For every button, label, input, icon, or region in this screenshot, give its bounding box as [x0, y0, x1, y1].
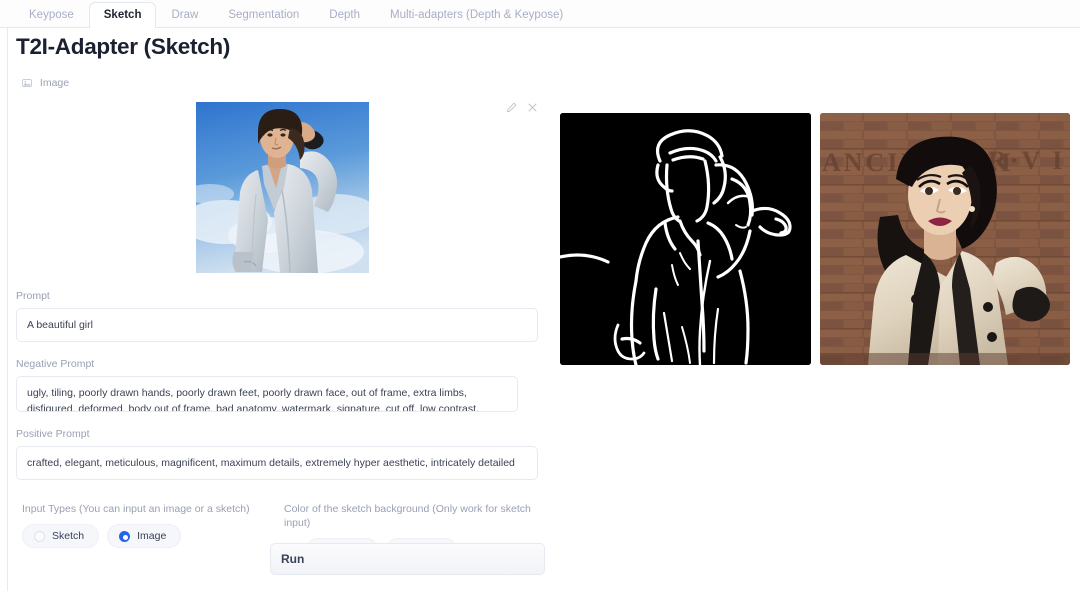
tab-sketch[interactable]: Sketch [88, 1, 157, 29]
generated-image-output[interactable]: ANCIN AY–II R·V I V [820, 113, 1070, 365]
tab-keypose[interactable]: Keypose [14, 2, 89, 30]
tab-draw[interactable]: Draw [156, 2, 213, 30]
positive-prompt-label: Positive Prompt [16, 428, 90, 440]
radio-dot-icon [34, 530, 45, 542]
input-types-label: Input Types (You can input an image or a… [22, 503, 250, 515]
radio-dot-icon [119, 530, 131, 542]
prompt-input[interactable]: A beautiful girl [16, 308, 538, 342]
image-icon [22, 78, 32, 91]
svg-text:R·V I V: R·V I V [988, 146, 1070, 175]
image-component-label-text: Image [39, 77, 70, 89]
close-icon[interactable] [527, 100, 538, 112]
image-component-label: Image [16, 77, 546, 91]
radio-label: Sketch [52, 530, 85, 542]
tab-depth[interactable]: Depth [314, 2, 375, 30]
sketch-background-label: Color of the sketch background (Only wor… [284, 503, 531, 529]
prompt-field: Prompt A beautiful girl [16, 290, 546, 342]
pencil-icon[interactable] [506, 100, 517, 113]
page-title: T2I-Adapter (Sketch) [16, 34, 231, 59]
input-photo[interactable] [196, 102, 369, 273]
negative-prompt-field: Negative Prompt ugly, tiling, poorly dra… [16, 358, 546, 412]
positive-prompt-field: Positive Prompt crafted, elegant, meticu… [16, 428, 546, 480]
app-root: Keypose Sketch Draw Segmentation Depth M… [0, 0, 1080, 591]
run-button[interactable]: Run [270, 543, 545, 575]
input-types-group: Input Types (You can input an image or a… [22, 502, 272, 548]
image-toolbar [506, 100, 538, 113]
positive-prompt-input[interactable]: crafted, elegant, meticulous, magnificen… [16, 446, 538, 480]
tab-multi-adapters[interactable]: Multi-adapters (Depth & Keypose) [375, 2, 578, 30]
content-panel: T2I-Adapter (Sketch) Image Prompt A beau… [7, 28, 1080, 591]
left-column: Image Prompt A beautiful girl Negative P… [16, 77, 546, 562]
negative-prompt-label: Negative Prompt [16, 358, 95, 370]
negative-prompt-input[interactable]: ugly, tiling, poorly drawn hands, poorly… [16, 376, 518, 412]
radio-input-type-image[interactable]: Image [107, 524, 182, 548]
image-input-component[interactable] [16, 96, 546, 274]
tab-bar: Keypose Sketch Draw Segmentation Depth M… [0, 0, 1080, 30]
tab-segmentation[interactable]: Segmentation [213, 2, 314, 30]
prompt-label: Prompt [16, 290, 50, 302]
radio-label: Image [137, 530, 167, 542]
radio-input-type-sketch[interactable]: Sketch [22, 524, 100, 548]
sketch-edge-map-output[interactable] [560, 113, 811, 365]
